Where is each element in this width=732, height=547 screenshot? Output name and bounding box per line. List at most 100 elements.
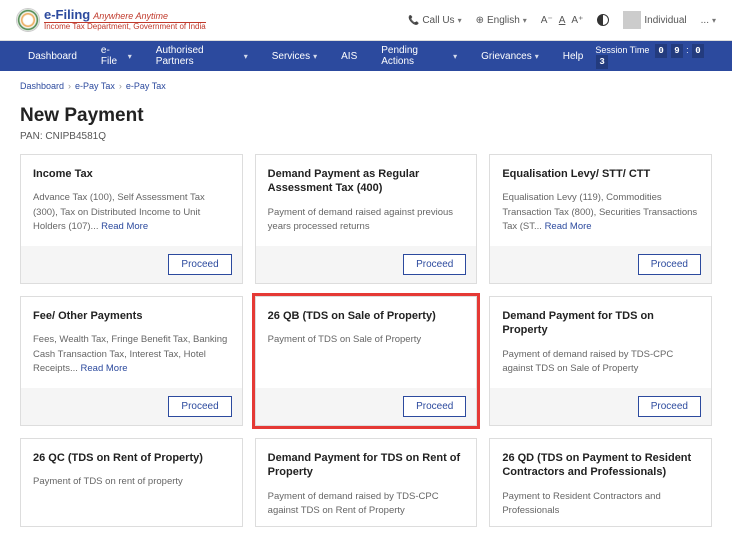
ellipsis-label: ... [701,15,709,26]
card-body: Fee/ Other Payments Fees, Wealth Tax, Fri… [21,297,242,388]
nav-item-ais[interactable]: AIS [329,41,369,71]
card-title: Income Tax [33,167,230,181]
card-description: Fees, Wealth Tax, Fringe Benefit Tax, Ba… [33,333,230,376]
language-dropdown[interactable]: English [476,15,527,26]
nav-item-grievances[interactable]: Grievances [469,41,551,71]
proceed-button[interactable]: Proceed [403,396,466,417]
logo-text: e-Filing Anywhere Anytime Income Tax Dep… [44,8,206,32]
card-footer: Proceed [21,388,242,425]
title-block: New Payment PAN: CNIPB4581Q [0,101,732,154]
payment-card: 26 QB (TDS on Sale of Property) Payment o… [255,296,478,426]
pan-value: CNIPB4581Q [45,131,106,142]
pan-label: PAN: [20,131,43,142]
card-title: Demand Payment for TDS on Rent of Proper… [268,451,465,480]
card-description: Advance Tax (100), Self Assessment Tax (… [33,191,230,234]
nav-item-pending-actions[interactable]: Pending Actions [369,41,469,71]
brand-name: e-Filing [44,7,90,22]
user-type-label: Individual [644,15,686,26]
nav-item-authorised-partners[interactable]: Authorised Partners [144,41,260,71]
payment-card-grid: Income Tax Advance Tax (100), Self Assess… [0,154,732,547]
card-description: Equalisation Levy (119), Commodities Tra… [502,191,699,234]
payment-card: Fee/ Other Payments Fees, Wealth Tax, Fri… [20,296,243,426]
nav-item-e-file[interactable]: e-File [89,41,144,71]
avatar-icon [623,11,641,29]
card-title: Equalisation Levy/ STT/ CTT [502,167,699,181]
proceed-button[interactable]: Proceed [168,254,231,275]
read-more-link[interactable]: Read More [545,221,592,232]
chevron-down-icon [458,15,462,26]
card-footer: Proceed [21,246,242,283]
card-title: 26 QC (TDS on Rent of Property) [33,451,230,465]
nav-item-dashboard[interactable]: Dashboard [16,41,89,71]
payment-card: Demand Payment as Regular Assessment Tax… [255,154,478,284]
card-title: Fee/ Other Payments [33,309,230,323]
nav-item-services[interactable]: Services [260,41,329,71]
top-header: e-Filing Anywhere Anytime Income Tax Dep… [0,0,732,41]
payment-card: Income Tax Advance Tax (100), Self Assess… [20,154,243,284]
chevron-down-icon [128,51,132,62]
emblem-icon [16,8,40,32]
header-right: Call Us English A⁻ A A⁺ Individual ... [408,11,716,29]
nav-item-help[interactable]: Help [551,41,596,71]
card-footer: Proceed [256,246,477,283]
payment-card: 26 QD (TDS on Payment to Resident Contra… [489,438,712,527]
chevron-down-icon [453,51,457,62]
proceed-button[interactable]: Proceed [638,254,701,275]
card-body: Demand Payment as Regular Assessment Tax… [256,155,477,246]
user-menu-dropdown[interactable]: ... [701,15,716,26]
breadcrumb-link[interactable]: e-Pay Tax [126,81,166,91]
read-more-link[interactable]: Read More [101,221,148,232]
card-body: 26 QB (TDS on Sale of Property) Payment o… [256,297,477,388]
chevron-down-icon [712,15,716,26]
card-title: Demand Payment for TDS on Property [502,309,699,338]
card-footer: Proceed [490,388,711,425]
chevron-down-icon [523,15,527,26]
user-block: Individual [623,11,686,29]
font-normal-button[interactable]: A [559,15,566,26]
call-us-label: Call Us [422,15,454,26]
breadcrumb: Dashboard › e-Pay Tax › e-Pay Tax [0,71,732,101]
proceed-button[interactable]: Proceed [403,254,466,275]
phone-icon [408,15,419,26]
card-description: Payment to Resident Contractors and Prof… [502,490,699,519]
font-decrease-button[interactable]: A⁻ [541,15,553,26]
chevron-down-icon [244,51,248,62]
card-title: 26 QB (TDS on Sale of Property) [268,309,465,323]
brand-subtitle: Income Tax Department, Government of Ind… [44,22,206,32]
payment-card: Equalisation Levy/ STT/ CTT Equalisation … [489,154,712,284]
payment-card: Demand Payment for TDS on Rent of Proper… [255,438,478,527]
font-size-controls: A⁻ A A⁺ [541,15,584,26]
card-footer: Proceed [256,388,477,425]
proceed-button[interactable]: Proceed [638,396,701,417]
chevron-right-icon: › [119,81,122,91]
logo-block[interactable]: e-Filing Anywhere Anytime Income Tax Dep… [16,8,206,32]
proceed-button[interactable]: Proceed [168,396,231,417]
language-label: English [487,15,520,26]
card-footer: Proceed [490,246,711,283]
chevron-down-icon [313,51,317,62]
read-more-link[interactable]: Read More [81,363,128,374]
pan-line: PAN: CNIPB4581Q [20,131,712,142]
payment-card: Demand Payment for TDS on Property Paymen… [489,296,712,426]
card-description: Payment of demand raised against previou… [268,206,465,235]
globe-icon [476,15,484,26]
contrast-toggle-icon[interactable] [597,14,609,26]
card-description: Payment of TDS on Sale of Property [268,333,465,347]
card-body: Equalisation Levy/ STT/ CTT Equalisation … [490,155,711,246]
main-nav: Dashboarde-FileAuthorised PartnersServic… [0,41,732,71]
breadcrumb-link[interactable]: Dashboard [20,81,64,91]
card-body: Demand Payment for TDS on Property Paymen… [490,297,711,388]
chevron-down-icon [535,51,539,62]
breadcrumb-link[interactable]: e-Pay Tax [75,81,115,91]
call-us-dropdown[interactable]: Call Us [408,15,461,26]
brand-tagline: Anywhere Anytime [93,11,168,21]
card-body: Demand Payment for TDS on Rent of Proper… [256,439,477,526]
card-description: Payment of TDS on rent of property [33,475,230,489]
card-title: 26 QD (TDS on Payment to Resident Contra… [502,451,699,480]
chevron-right-icon: › [68,81,71,91]
card-body: 26 QD (TDS on Payment to Resident Contra… [490,439,711,526]
font-increase-button[interactable]: A⁺ [571,15,583,26]
card-body: 26 QC (TDS on Rent of Property) Payment o… [21,439,242,526]
card-description: Payment of demand raised by TDS-CPC agai… [502,348,699,377]
card-body: Income Tax Advance Tax (100), Self Assess… [21,155,242,246]
